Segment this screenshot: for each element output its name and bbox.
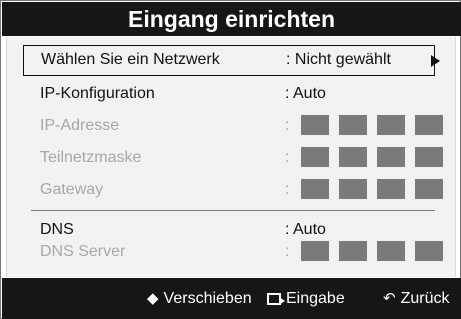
subnet-mask-fields <box>301 147 443 167</box>
dns-server-fields <box>301 241 443 261</box>
ip-config-row[interactable]: IP-Konfiguration : Auto <box>7 79 455 110</box>
ip-config-value: : Auto <box>285 85 326 102</box>
gateway-row: Gateway : <box>7 175 455 206</box>
ip-address-label: IP-Adresse <box>40 117 120 134</box>
ip-config-label: IP-Konfiguration <box>40 85 155 102</box>
move-label: Verschieben <box>163 290 252 307</box>
network-settings-window: Eingang einrichten Wählen Sie ein Netzwe… <box>0 0 461 319</box>
gateway-label: Gateway <box>40 181 104 198</box>
footer-bar: ◆ Verschieben Eingabe ↶ Zurück <box>2 278 461 319</box>
dns-server-colon: : <box>285 243 290 260</box>
network-select-label: Wählen Sie ein Netzwerk <box>41 51 220 68</box>
ip-address-colon: : <box>285 117 290 134</box>
page-title: Eingang einrichten <box>2 2 461 36</box>
ip-address-row: IP-Adresse : <box>7 111 455 142</box>
network-select-value: : Nicht gewählt <box>286 51 391 68</box>
up-down-arrow-icon: ◆ <box>147 290 159 307</box>
enter-icon <box>267 293 285 305</box>
enter-label: Eingabe <box>286 290 345 307</box>
gateway-colon: : <box>285 181 290 198</box>
dns-server-label: DNS Server <box>40 243 126 260</box>
settings-panel: Wählen Sie ein Netzwerk : Nicht gewählt … <box>6 37 456 277</box>
subnet-mask-colon: : <box>285 149 290 166</box>
chevron-right-icon <box>431 55 440 67</box>
section-divider <box>31 210 435 211</box>
dns-server-row: DNS Server : <box>7 237 455 268</box>
move-hint[interactable]: ◆ Verschieben <box>147 290 252 308</box>
subnet-mask-label: Teilnetzmaske <box>40 149 142 166</box>
return-icon: ↶ <box>383 290 396 307</box>
back-hint[interactable]: ↶ Zurück <box>383 290 449 308</box>
gateway-fields <box>301 179 443 199</box>
ip-address-fields <box>301 115 443 135</box>
back-label: Zurück <box>400 290 450 307</box>
network-select-row[interactable]: Wählen Sie ein Netzwerk : Nicht gewählt <box>23 45 440 76</box>
subnet-mask-row: Teilnetzmaske : <box>7 143 455 174</box>
enter-hint[interactable]: Eingabe <box>267 290 345 308</box>
